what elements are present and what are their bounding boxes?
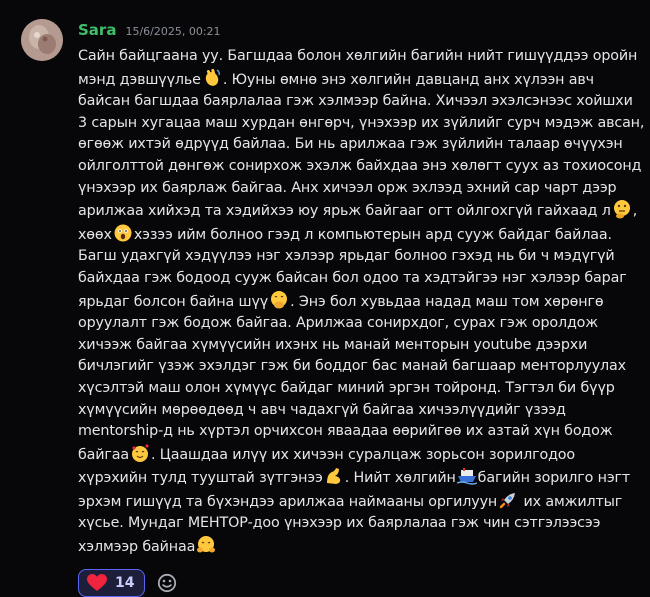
message-line: Сайн байцгаана уу. Багшдаа болон хөлгийн… [78,46,637,68]
message-text: хэлмээр байнаа [78,539,196,556]
message-text: . Цаашдаа илүү их хичээн суралцаж зорьсо… [151,446,575,463]
message-text: ярьдаг болсон байна шүү [78,293,269,310]
add-reaction-button[interactable] [153,569,181,597]
ship-icon [456,466,477,486]
hand-over-mouth-icon [269,290,289,310]
message-text: үнэхээр их баярлаж байгаа. Анх хичээл ор… [78,179,617,196]
reactions-bar: 14 [78,568,636,597]
message-text: хичээж байгаа хүмүүсийн ихэнх нь манай м… [78,336,588,353]
message-line: оруулалт гэж бодож байгаа. Арилжаа сонир… [78,313,633,335]
rocket-icon [498,490,518,510]
message-text: арилжаа хийхэд та хэдийхээ юу ярьж байга… [78,203,611,220]
hugging-icon [196,535,216,555]
message-content: Сайн байцгаана уу. Багшдаа болон хөлгийн… [78,46,644,559]
message-text: багийн зорилго нэгт [477,470,631,487]
message-line: хүрэхийн тулд тууштай зүтгэнээ . Нийт хөл… [78,466,633,490]
message-line: Багш удахгүй хэдүүлээ нэг хэлээр ярьдаг … [78,246,633,268]
message-text: , [632,203,638,220]
astonished-icon [113,223,133,243]
message-text: мэнд дэвшүүлье [78,71,201,88]
message-text: эрхэм гишүүд та бүхэндээ арилжаа наймаан… [78,493,498,510]
message-line: хүсье. Мундаг МЕНТОР-доо үнэхээр их баяр… [78,513,633,535]
message-line: бичлэгийг үзэж эхэлдэг гэж би боддог бас… [78,356,633,378]
message-text: Сайн байцгаана уу. Багшдаа болон хөлгийн… [78,48,638,64]
message-line: үнэхээр их баярлаж байгаа. Анх хичээл ор… [78,178,633,200]
message-line: мэнд дэвшүүлье . Юуны өмнө энэ хөлгийн да… [78,68,633,92]
message-line: байгаа . Цаашдаа илүү их хичээн суралцаж … [78,443,633,467]
message-text: байгаа [78,446,130,463]
message-timestamp: 15/6/2025, 00:21 [125,25,221,38]
message-text: өгөөж ихтэй өдрүүд байлаа. Би нь арилжаа… [78,136,623,153]
message-text: mentorship-д нь хүртэл орчихсон яваадаа … [78,423,613,440]
message-text: Багш удахгүй хэдүүлээ нэг хэлээр ярьдаг … [78,248,615,265]
message-line: хүмүүсийн мөрөөдөөд ч авч чадахгүй байга… [78,400,633,422]
message-text: их амжилтыг [519,493,623,510]
message-text: . Нийт хөлгийн [344,470,456,487]
chat-message: Sara 15/6/2025, 00:21 Сайн байцгаана уу.… [0,0,650,597]
message-line: хэлмээр байнаа [78,535,633,559]
message-text: 3 сарын хугацаа маш хурдан өнгөрч, үнэхэ… [78,114,645,131]
message-line: хичээж байгаа хүмүүсийн ихэнх нь манай м… [78,335,633,357]
message-text: хөөх [78,226,112,243]
heart-emoji-icon [87,573,107,591]
message-line: байсан багшдаа баярлалаа гэж хэлмээр бай… [78,91,633,113]
message-line: өгөөж ихтэй өдрүүд байлаа. Би нь арилжаа… [78,134,633,156]
author-name[interactable]: Sara [78,21,116,39]
message-text: оруулалт гэж бодож байгаа. Арилжаа сонир… [78,315,599,332]
avatar[interactable] [21,19,63,61]
message-text: байхдаа гэж бодоод сууж байсан бол одоо … [78,269,627,286]
message-line: хөөх хэзээ ийм болноо гээд л компьютерын … [78,223,633,247]
message-text: хүмүүсийн мөрөөдөөд ч авч чадахгүй байга… [78,401,566,418]
message-text: хүрэхийн тулд тууштай зүтгэнээ [78,470,323,487]
message-line: байхдаа гэж бодоод сууж байсан бол одоо … [78,268,633,290]
flexed-biceps-icon [324,466,344,486]
message-text: хүсье. Мундаг МЕНТОР-доо үнэхээр их баяр… [78,515,601,532]
message-text: хүсэлтэй маш олон хүмүүс байдаг миний эр… [78,379,615,396]
avatar-image [21,19,63,61]
message-line: хүсэлтэй маш олон хүмүүс байдаг миний эр… [78,378,633,400]
smiling-hearts-icon [130,443,150,463]
message-line: 3 сарын хугацаа маш хурдан өнгөрч, үнэхэ… [78,113,644,135]
message-text: байсан багшдаа баярлалаа гэж хэлмээр бай… [78,93,633,110]
message-line: арилжаа хийхэд та хэдийхээ юу ярьж байга… [78,199,637,223]
add-reaction-icon [158,573,177,592]
message-text: . Энэ бол хувьдаа надад маш том хөрөнгө [290,293,604,310]
message-line: ярьдаг болсон байна шүү . Энэ бол хувьдаа… [78,290,633,314]
reaction-count: 14 [115,574,135,591]
message-header: Sara 15/6/2025, 00:21 [78,21,636,43]
reaction-heart[interactable]: 14 [78,568,146,597]
wave-icon [202,68,222,88]
message-text: . Юуны өмнө энэ хөлгийн давцанд анх хүлэ… [222,71,594,88]
message-text: ойлголттой дөнгөж сонирхож эхэлж байхдаа… [78,157,642,174]
message-line: ойлголттой дөнгөж сонирхож эхэлж байхдаа… [78,156,641,178]
message-line: mentorship-д нь хүртэл орчихсон яваадаа … [78,421,633,443]
message-line: эрхэм гишүүд та бүхэндээ арилжаа наймаан… [78,490,633,514]
message-text: бичлэгийг үзэж эхэлдэг гэж би боддог бас… [78,358,626,375]
thinking-icon [612,199,632,219]
message-text: хэзээ ийм болноо гээд л компьютерын ард … [133,226,612,243]
